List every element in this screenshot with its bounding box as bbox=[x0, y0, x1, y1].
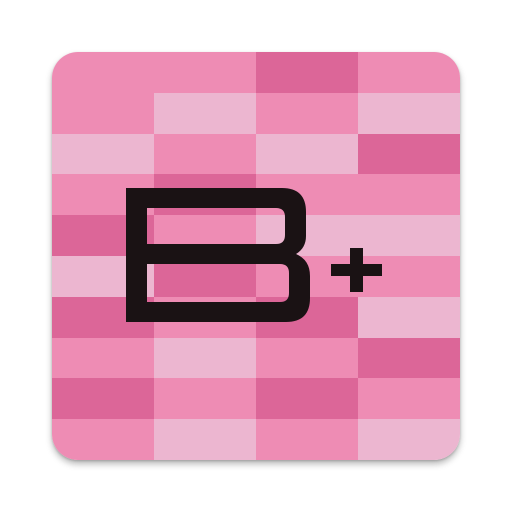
b-plus-logo-icon bbox=[126, 188, 382, 322]
letter-b-icon bbox=[126, 188, 310, 322]
app-icon[interactable] bbox=[52, 52, 460, 460]
app-icon-canvas bbox=[0, 0, 512, 512]
plus-sign-icon bbox=[331, 248, 382, 292]
